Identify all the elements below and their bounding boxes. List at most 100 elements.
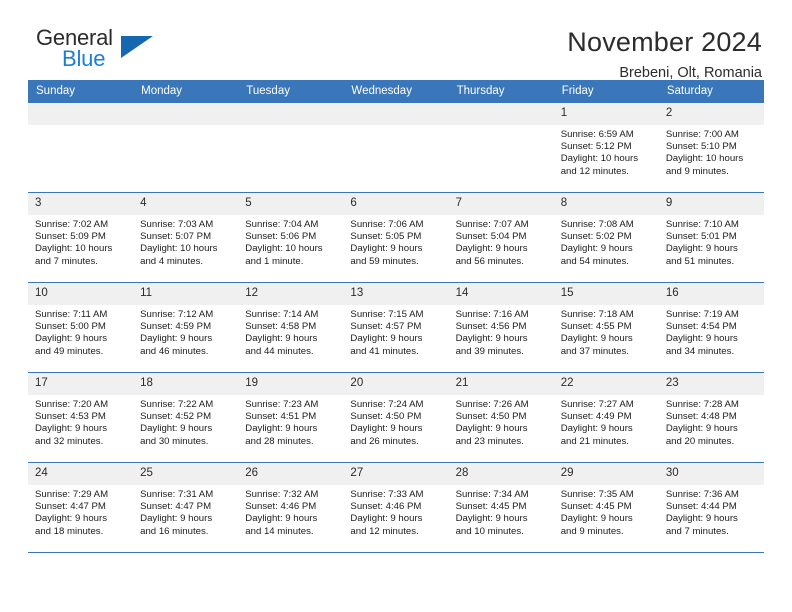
calendar-day-cell[interactable]: 22 Sunrise: 7:27 AM Sunset: 4:49 PM Dayligh…	[553, 372, 659, 463]
sunrise-text: Sunrise: 7:26 AM	[455, 399, 529, 410]
sunset-text: Sunset: 5:04 PM	[455, 231, 527, 243]
daylight-text-line1: Daylight: 9 hours	[350, 423, 423, 435]
daylight-text-line1: Daylight: 9 hours	[455, 423, 528, 435]
calendar-day-cell[interactable]: 29 Sunrise: 7:35 AM Sunset: 4:45 PM Dayligh…	[553, 462, 659, 553]
calendar-day-cell[interactable]: 27 Sunrise: 7:33 AM Sunset: 4:46 PM Dayligh…	[343, 462, 449, 553]
calendar-day-cell[interactable]: 24 Sunrise: 7:29 AM Sunset: 4:47 PM Dayligh…	[28, 462, 134, 553]
daylight-text-line1: Daylight: 9 hours	[245, 333, 318, 345]
day-number	[343, 103, 449, 125]
sunrise-text: Sunrise: 7:35 AM	[560, 489, 634, 500]
day-number: 25	[133, 463, 239, 485]
page-header: General Blue November 2024 Brebeni, Olt,…	[28, 0, 764, 82]
day-number: 16	[658, 283, 764, 305]
sunset-text: Sunset: 4:47 PM	[140, 501, 212, 513]
daylight-text-line1: Daylight: 9 hours	[245, 423, 318, 435]
day-number: 15	[553, 283, 659, 305]
calendar-day-cell[interactable]: 19 Sunrise: 7:23 AM Sunset: 4:51 PM Dayligh…	[238, 372, 344, 463]
sunset-text: Sunset: 4:56 PM	[455, 321, 527, 333]
calendar-day-cell-empty	[238, 102, 344, 193]
calendar-week-row: 17 Sunrise: 7:20 AM Sunset: 4:53 PM Dayligh…	[28, 372, 764, 463]
day-sun-info: Sunrise: 7:02 AM Sunset: 5:09 PM Daylight:…	[28, 215, 133, 268]
day-sun-info: Sunrise: 7:24 AM Sunset: 4:50 PM Daylight:…	[343, 395, 448, 448]
day-sun-info: Sunrise: 7:31 AM Sunset: 4:47 PM Daylight:…	[133, 485, 238, 538]
sunrise-text: Sunrise: 7:19 AM	[665, 309, 739, 320]
day-number: 6	[343, 193, 449, 215]
day-number: 7	[448, 193, 554, 215]
daylight-text-line1: Daylight: 9 hours	[140, 333, 213, 345]
weekday-header-saturday: Saturday	[658, 80, 764, 103]
calendar-day-cell[interactable]: 23 Sunrise: 7:28 AM Sunset: 4:48 PM Dayligh…	[658, 372, 764, 463]
day-sun-info: Sunrise: 7:15 AM Sunset: 4:57 PM Daylight:…	[343, 305, 448, 358]
weekday-header-monday: Monday	[133, 80, 239, 103]
day-number: 23	[658, 373, 764, 395]
calendar-day-cell[interactable]: 20 Sunrise: 7:24 AM Sunset: 4:50 PM Dayligh…	[343, 372, 449, 463]
sunset-text: Sunset: 5:10 PM	[665, 141, 737, 153]
calendar-day-cell[interactable]: 10 Sunrise: 7:11 AM Sunset: 5:00 PM Dayligh…	[28, 282, 134, 373]
calendar-day-cell[interactable]: 30 Sunrise: 7:36 AM Sunset: 4:44 PM Dayligh…	[658, 462, 764, 553]
calendar-day-cell[interactable]: 5 Sunrise: 7:04 AM Sunset: 5:06 PM Daylight…	[238, 192, 344, 283]
calendar-day-cell-empty	[28, 102, 134, 193]
daylight-text-line2: and 54 minutes.	[560, 255, 629, 267]
sunset-text: Sunset: 4:57 PM	[350, 321, 422, 333]
page-subtitle: Brebeni, Olt, Romania	[619, 65, 762, 81]
calendar-day-cell[interactable]: 11 Sunrise: 7:12 AM Sunset: 4:59 PM Dayligh…	[133, 282, 239, 373]
day-sun-info: Sunrise: 7:22 AM Sunset: 4:52 PM Daylight:…	[133, 395, 238, 448]
day-number	[238, 103, 344, 125]
day-sun-info: Sunrise: 7:27 AM Sunset: 4:49 PM Daylight:…	[554, 395, 659, 448]
day-number: 19	[238, 373, 344, 395]
daylight-text-line2: and 4 minutes.	[140, 255, 204, 267]
daylight-text-line2: and 28 minutes.	[245, 435, 314, 447]
calendar-day-cell[interactable]: 16 Sunrise: 7:19 AM Sunset: 4:54 PM Dayligh…	[658, 282, 764, 373]
daylight-text-line2: and 10 minutes.	[455, 525, 524, 537]
daylight-text-line1: Daylight: 9 hours	[560, 333, 633, 345]
calendar-day-cell[interactable]: 17 Sunrise: 7:20 AM Sunset: 4:53 PM Dayligh…	[28, 372, 134, 463]
daylight-text-line2: and 7 minutes.	[35, 255, 98, 267]
day-number: 17	[28, 373, 134, 395]
calendar-day-cell[interactable]: 28 Sunrise: 7:34 AM Sunset: 4:45 PM Dayligh…	[448, 462, 554, 553]
sunrise-text: Sunrise: 7:20 AM	[35, 399, 109, 410]
sunset-text: Sunset: 5:01 PM	[665, 231, 737, 243]
calendar-day-cell[interactable]: 8 Sunrise: 7:08 AM Sunset: 5:02 PM Daylight…	[553, 192, 659, 283]
general-blue-logo[interactable]: General Blue	[28, 26, 178, 80]
calendar-day-cell[interactable]: 26 Sunrise: 7:32 AM Sunset: 4:46 PM Dayligh…	[238, 462, 344, 553]
day-number	[448, 103, 554, 125]
sunrise-text: Sunrise: 7:14 AM	[245, 309, 319, 320]
day-number: 28	[448, 463, 554, 485]
day-sun-info: Sunrise: 7:28 AM Sunset: 4:48 PM Daylight:…	[659, 395, 764, 448]
daylight-text-line1: Daylight: 9 hours	[245, 513, 318, 525]
sunset-text: Sunset: 4:50 PM	[455, 411, 527, 423]
daylight-text-line2: and 46 minutes.	[140, 345, 209, 357]
sunset-text: Sunset: 4:45 PM	[560, 501, 632, 513]
sunrise-text: Sunrise: 7:23 AM	[245, 399, 319, 410]
calendar-day-cell[interactable]: 25 Sunrise: 7:31 AM Sunset: 4:47 PM Dayligh…	[133, 462, 239, 553]
calendar-day-cell[interactable]: 15 Sunrise: 7:18 AM Sunset: 4:55 PM Dayligh…	[553, 282, 659, 373]
sunset-text: Sunset: 4:46 PM	[245, 501, 317, 513]
daylight-text-line2: and 49 minutes.	[35, 345, 104, 357]
daylight-text-line2: and 23 minutes.	[455, 435, 524, 447]
calendar-day-cell[interactable]: 12 Sunrise: 7:14 AM Sunset: 4:58 PM Dayligh…	[238, 282, 344, 373]
calendar-day-cell[interactable]: 18 Sunrise: 7:22 AM Sunset: 4:52 PM Dayligh…	[133, 372, 239, 463]
daylight-text-line1: Daylight: 9 hours	[665, 513, 738, 525]
weekday-header-wednesday: Wednesday	[343, 80, 449, 103]
calendar-day-cell[interactable]: 21 Sunrise: 7:26 AM Sunset: 4:50 PM Dayligh…	[448, 372, 554, 463]
sunrise-text: Sunrise: 7:06 AM	[350, 219, 424, 230]
sunrise-text: Sunrise: 7:29 AM	[35, 489, 109, 500]
calendar-day-cell[interactable]: 7 Sunrise: 7:07 AM Sunset: 5:04 PM Daylight…	[448, 192, 554, 283]
logo-text-blue: Blue	[62, 46, 106, 71]
sunrise-text: Sunrise: 7:08 AM	[560, 219, 634, 230]
daylight-text-line1: Daylight: 10 hours	[245, 243, 323, 255]
sunset-text: Sunset: 4:51 PM	[245, 411, 317, 423]
calendar-day-cell[interactable]: 1 Sunrise: 6:59 AM Sunset: 5:12 PM Daylight…	[553, 102, 659, 193]
sunset-text: Sunset: 5:09 PM	[35, 231, 106, 243]
calendar-day-cell[interactable]: 4 Sunrise: 7:03 AM Sunset: 5:07 PM Daylight…	[133, 192, 239, 283]
calendar-day-cell[interactable]: 9 Sunrise: 7:10 AM Sunset: 5:01 PM Daylight…	[658, 192, 764, 283]
daylight-text-line2: and 56 minutes.	[455, 255, 524, 267]
calendar-day-cell[interactable]: 13 Sunrise: 7:15 AM Sunset: 4:57 PM Dayligh…	[343, 282, 449, 373]
day-sun-info: Sunrise: 7:33 AM Sunset: 4:46 PM Daylight:…	[343, 485, 448, 538]
calendar-day-cell[interactable]: 6 Sunrise: 7:06 AM Sunset: 5:05 PM Daylight…	[343, 192, 449, 283]
calendar-day-cell[interactable]: 2 Sunrise: 7:00 AM Sunset: 5:10 PM Daylight…	[658, 102, 764, 193]
sunrise-text: Sunrise: 7:32 AM	[245, 489, 319, 500]
calendar-day-cell[interactable]: 3 Sunrise: 7:02 AM Sunset: 5:09 PM Daylight…	[28, 192, 134, 283]
calendar-day-cell[interactable]: 14 Sunrise: 7:16 AM Sunset: 4:56 PM Dayligh…	[448, 282, 554, 373]
sunset-text: Sunset: 4:47 PM	[35, 501, 106, 513]
